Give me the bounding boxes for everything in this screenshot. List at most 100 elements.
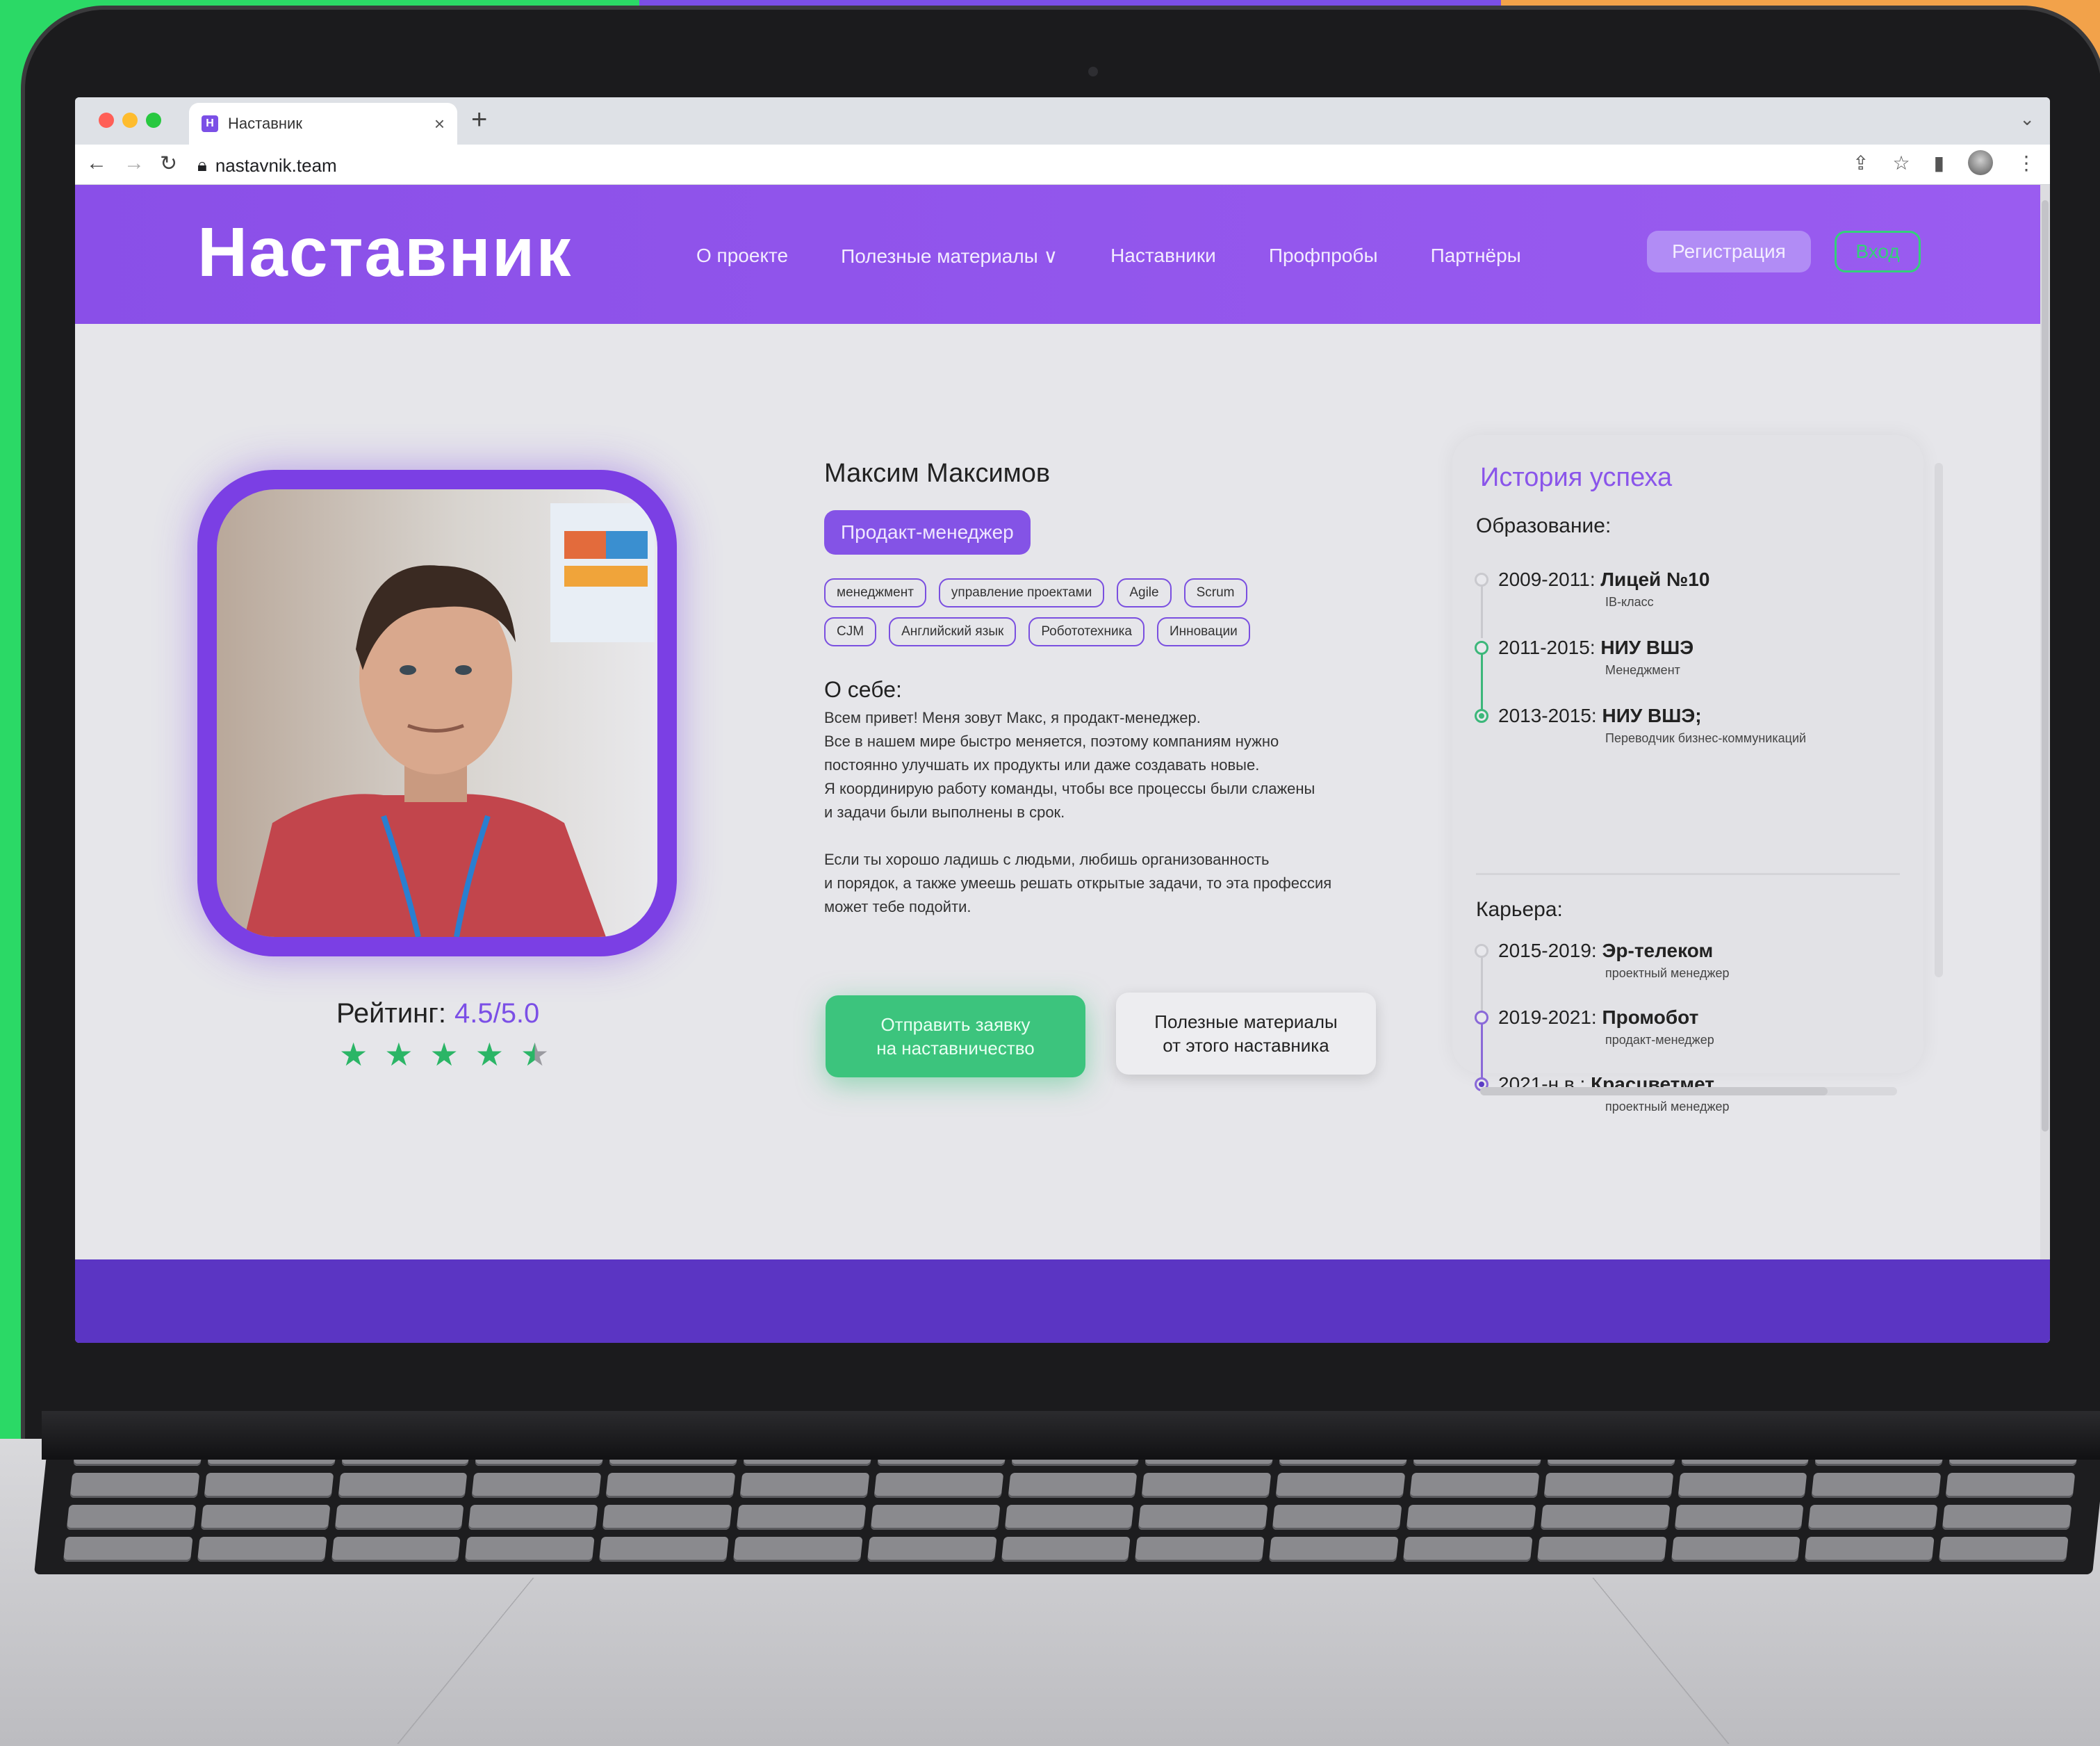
keyboard-key — [472, 1473, 602, 1498]
rating-stars: ★ ★ ★ ★ ★ — [339, 1036, 549, 1073]
keyboard-key — [1543, 1473, 1673, 1498]
touchpad — [397, 1578, 1729, 1744]
sidebar-icon[interactable]: ▮ — [1934, 152, 1944, 174]
site-logo[interactable]: Наставник — [197, 213, 572, 293]
keyboard-key — [606, 1473, 736, 1498]
skill-tag[interactable]: менеджмент — [824, 578, 926, 607]
keyboard-key — [1410, 1473, 1540, 1498]
star-icon[interactable]: ☆ — [1892, 152, 1910, 174]
screen: Н Наставник × + ⌄ ← → ↻ 🔒︎ nastavnik.tea… — [75, 97, 2050, 1343]
keyboard-key — [338, 1473, 468, 1498]
url-text: nastavnik.team — [215, 155, 337, 177]
forward-icon[interactable]: → — [124, 152, 145, 175]
keyboard-key — [740, 1473, 870, 1498]
keyboard-key — [1272, 1505, 1402, 1530]
skill-tag[interactable]: Английский язык — [889, 617, 1016, 646]
keyboard-key — [1540, 1505, 1670, 1530]
timeline-dot — [1475, 944, 1488, 958]
keyboard-key — [1138, 1505, 1268, 1530]
role-badge[interactable]: Продакт-менеджер — [824, 510, 1031, 555]
minimize-window-dot[interactable] — [122, 113, 138, 128]
keyboard-key — [468, 1505, 598, 1530]
close-window-dot[interactable] — [99, 113, 114, 128]
keyboard-key — [331, 1537, 461, 1562]
about-text: Всем привет! Меня зовут Макс, я продакт-… — [824, 706, 1394, 943]
mentor-name: Максим Максимов — [824, 459, 1050, 489]
rating-label: Рейтинг: — [336, 998, 446, 1029]
register-button[interactable]: Регистрация — [1647, 231, 1811, 272]
keyboard-key — [737, 1505, 867, 1530]
maximize-window-dot[interactable] — [146, 113, 161, 128]
history-horizontal-scrollbar[interactable] — [1480, 1087, 1897, 1095]
keyboard-key — [599, 1537, 729, 1562]
skill-tag[interactable]: Scrum — [1184, 578, 1247, 607]
tab-title: Наставник — [228, 115, 425, 133]
keyboard-key — [63, 1537, 193, 1562]
browser-tab[interactable]: Н Наставник × — [189, 103, 457, 145]
keyboard-key — [1537, 1537, 1667, 1562]
timeline-dot — [1475, 641, 1488, 655]
camera — [1088, 67, 1098, 76]
url-field[interactable]: 🔒︎ nastavnik.team — [197, 154, 337, 177]
star-icon: ★ — [430, 1036, 459, 1073]
site-favicon-icon: Н — [202, 115, 218, 132]
menu-icon[interactable]: ⋮ — [2017, 152, 2036, 174]
about-paragraph: Всем привет! Меня зовут Макс, я продакт-… — [824, 706, 1394, 824]
skill-tag[interactable]: Робототехника — [1028, 617, 1145, 646]
menu-item-proftests[interactable]: Профпробы — [1269, 245, 1378, 268]
skill-tags: менеджмент управление проектами Agile Sc… — [824, 578, 1269, 646]
apply-mentorship-button[interactable]: Отправить заявку на наставничество — [826, 995, 1085, 1077]
site-header: Наставник О проекте Полезные материалы ∨… — [75, 185, 2050, 324]
back-icon[interactable]: ← — [86, 152, 107, 175]
address-bar: ← → ↻ 🔒︎ nastavnik.team ⇪ ☆ ▮ ⋮ — [75, 145, 2050, 185]
menu-item-mentors[interactable]: Наставники — [1110, 245, 1216, 268]
skill-tag[interactable]: управление проектами — [939, 578, 1104, 607]
mentor-materials-button[interactable]: Полезные материалы от этого наставника — [1116, 993, 1376, 1075]
menu-item-materials[interactable]: Полезные материалы ∨ — [841, 245, 1058, 268]
about-heading: О себе: — [824, 677, 902, 703]
tab-list-chevron-icon[interactable]: ⌄ — [2019, 108, 2035, 130]
half-star-icon: ★ — [520, 1036, 549, 1073]
keyboard-key — [334, 1505, 464, 1530]
skill-tag[interactable]: CJM — [824, 617, 876, 646]
star-icon: ★ — [384, 1036, 413, 1073]
keyboard-key — [1135, 1537, 1265, 1562]
lock-icon: 🔒︎ — [197, 154, 207, 177]
skill-tag[interactable]: Agile — [1117, 578, 1171, 607]
star-icon: ★ — [339, 1036, 368, 1073]
education-entry: 2009-2011: Лицей №10 IB-класс — [1475, 569, 1709, 610]
login-button[interactable]: Вход — [1835, 231, 1921, 272]
mentor-portrait-illustration — [217, 489, 657, 937]
keyboard-key — [1942, 1505, 2072, 1530]
history-scroll-thumb[interactable] — [1480, 1087, 1828, 1095]
keyboard-key — [1004, 1505, 1134, 1530]
history-scrollbar[interactable] — [1935, 463, 1943, 977]
timeline-dot — [1475, 1011, 1488, 1025]
keyboard-key — [873, 1473, 1003, 1498]
reload-icon[interactable]: ↻ — [160, 152, 177, 176]
keyboard-key — [1142, 1473, 1272, 1498]
about-paragraph: Если ты хорошо ладишь с людьми, любишь о… — [824, 848, 1394, 919]
skill-tag[interactable]: Инновации — [1157, 617, 1250, 646]
menu-item-partners[interactable]: Партнёры — [1431, 245, 1521, 268]
education-heading: Образование: — [1476, 514, 1611, 538]
keyboard-key — [200, 1505, 330, 1530]
keyboard-key — [1001, 1537, 1131, 1562]
history-divider — [1476, 873, 1900, 875]
education-entry: 2011-2015: НИУ ВШЭ Менеджмент — [1475, 637, 1693, 678]
page-scroll-thumb[interactable] — [2042, 200, 2049, 1132]
keyboard-key — [1674, 1505, 1804, 1530]
timeline-dot — [1475, 573, 1488, 587]
new-tab-button[interactable]: + — [471, 104, 487, 136]
share-icon[interactable]: ⇪ — [1853, 152, 1869, 174]
rating: Рейтинг: 4.5/5.0 — [336, 998, 539, 1029]
keyboard-key — [1269, 1537, 1399, 1562]
profile-icon[interactable] — [1968, 150, 1993, 175]
timeline-dot — [1475, 709, 1488, 723]
success-history-card: История успеха Образование: 2009-2011: Л… — [1452, 435, 1923, 1073]
keyboard-key — [197, 1537, 327, 1562]
tab-close-icon[interactable]: × — [434, 113, 445, 135]
menu-item-about[interactable]: О проекте — [696, 245, 788, 268]
keyboard-key — [1946, 1473, 2076, 1498]
keyboard-key — [465, 1537, 595, 1562]
